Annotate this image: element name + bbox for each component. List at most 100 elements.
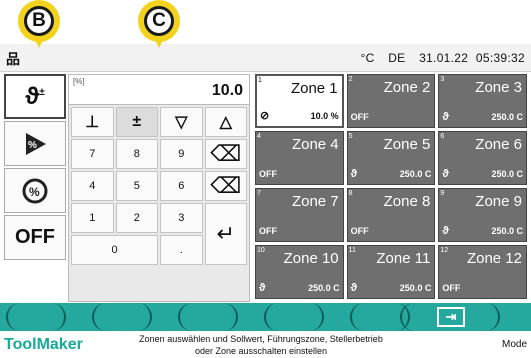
zone-number: 7 xyxy=(257,190,261,197)
zone-number: 10 xyxy=(257,247,265,254)
marker-c-letter: C xyxy=(144,6,174,36)
zone-value: 250.0 C xyxy=(399,169,432,179)
zone-value: 250.0 C xyxy=(491,226,523,236)
setpoint-icon: ϑ xyxy=(442,225,449,237)
percent-play-icon: % xyxy=(26,132,46,155)
zone-title: Zone 1 xyxy=(290,80,338,97)
zone-tile-8[interactable]: 8 Zone 8 OFF xyxy=(346,188,436,242)
zone-number: 9 xyxy=(440,190,445,197)
zone-value: 250.0 C xyxy=(491,169,523,179)
lead-zone-key[interactable]: ⊥ xyxy=(71,107,114,137)
function-bar: ⇥ xyxy=(0,303,531,331)
function-key-4[interactable] xyxy=(264,303,324,331)
zone-number: 6 xyxy=(440,133,445,140)
zone-title: Zone 5 xyxy=(383,136,431,153)
zone-title: Zone 6 xyxy=(475,136,522,153)
zone-off-status: OFF xyxy=(350,226,369,236)
zone-title: Zone 4 xyxy=(291,136,339,153)
zone-tile-9[interactable]: 9 Zone 9 ϑ 250.0 C xyxy=(438,188,527,242)
backspace-key[interactable]: ⌫ xyxy=(204,139,247,169)
zone-number: 3 xyxy=(440,76,445,83)
setpoint-icon: ϑ xyxy=(442,111,449,123)
zone-title: Zone 8 xyxy=(383,193,431,210)
manual-mode-icon: ⊘ xyxy=(260,110,270,122)
value-unit: [%] xyxy=(73,77,85,86)
function-key-2[interactable] xyxy=(92,303,152,331)
setpoint-icon: ϑ± xyxy=(25,82,45,110)
zone-number: 1 xyxy=(258,77,262,84)
zone-value: 10.0 % xyxy=(310,111,339,121)
zone-number: 5 xyxy=(348,133,353,140)
marker-c: C xyxy=(138,0,180,50)
key-6[interactable]: 6 xyxy=(160,171,203,201)
setpoint-mode-button[interactable]: ϑ± xyxy=(4,74,66,119)
key-4[interactable]: 4 xyxy=(71,171,114,201)
zone-value: 250.0 C xyxy=(308,283,340,293)
zone-tile-10[interactable]: 10 Zone 10 ϑ 250.0 C xyxy=(255,245,344,299)
zone-tile-6[interactable]: 6 Zone 6 ϑ 250.0 C xyxy=(438,131,527,185)
manual-mode-button[interactable]: % xyxy=(4,168,66,213)
decrement-key[interactable]: ▽ xyxy=(160,107,203,137)
lead-zone-mode-button[interactable]: % xyxy=(4,121,66,166)
status-info: °C DE 31.01.22 05:39:32 xyxy=(350,51,525,65)
footer: ToolMaker Zonen auswählen und Sollwert, … xyxy=(0,331,531,358)
increment-key[interactable]: △ xyxy=(204,107,247,137)
zone-title: Zone 11 xyxy=(376,250,431,267)
marker-b: B xyxy=(18,0,60,50)
exit-icon[interactable]: ⇥ xyxy=(437,307,465,327)
zone-tile-11[interactable]: 11 Zone 11 ϑ 250.0 C xyxy=(346,245,436,299)
language-indicator[interactable]: DE xyxy=(388,51,405,65)
zone-tile-4[interactable]: 4 Zone 4 OFF xyxy=(255,131,344,185)
marker-b-letter: B xyxy=(24,6,54,36)
svg-text:%: % xyxy=(28,140,37,151)
function-key-1[interactable] xyxy=(6,303,66,331)
off-label: OFF xyxy=(15,226,55,248)
zone-title: Zone 12 xyxy=(466,250,522,267)
decimal-key[interactable]: . xyxy=(160,235,203,265)
plus-minus-key[interactable]: ± xyxy=(115,107,158,137)
zone-off-button[interactable]: OFF xyxy=(4,215,66,260)
keypad: ⊥ ± ▽ △ 7 8 9 ⌫ 4 5 6 ⌫ 1 2 3 ↵ 0 . xyxy=(69,105,249,267)
zone-value: 250.0 C xyxy=(399,283,432,293)
key-0[interactable]: 0 xyxy=(71,235,158,265)
enter-key[interactable]: ↵ xyxy=(204,203,247,265)
time-display: 05:39:32 xyxy=(475,51,525,65)
help-text-line-2: oder Zone ausschalten einstellen xyxy=(194,346,328,356)
unit-indicator[interactable]: °C xyxy=(360,51,374,65)
zone-number: 2 xyxy=(348,76,353,83)
value-editor: [%] 10.0 ⊥ ± ▽ △ 7 8 9 ⌫ 4 5 6 ⌫ 1 2 3 ↵… xyxy=(68,74,250,302)
network-icon[interactable]: 品 xyxy=(6,49,20,69)
function-key-3[interactable] xyxy=(178,303,238,331)
zone-number: 8 xyxy=(348,190,353,197)
key-5[interactable]: 5 xyxy=(115,171,158,201)
key-9[interactable]: 9 xyxy=(160,139,203,169)
zone-tile-5[interactable]: 5 Zone 5 ϑ 250.0 C xyxy=(346,131,436,185)
key-3[interactable]: 3 xyxy=(160,203,203,233)
setpoint-icon: ϑ xyxy=(350,168,358,180)
svg-text:%: % xyxy=(29,185,40,199)
help-text: Zonen auswählen und Sollwert, Führungszo… xyxy=(96,333,426,357)
zone-title: Zone 9 xyxy=(475,193,522,210)
key-7[interactable]: 7 xyxy=(71,139,114,169)
key-2[interactable]: 2 xyxy=(115,203,158,233)
zone-off-status: OFF xyxy=(259,169,277,179)
status-bar: 品 °C DE 31.01.22 05:39:32 xyxy=(0,44,531,72)
zone-tile-3[interactable]: 3 Zone 3 ϑ 250.0 C xyxy=(438,74,527,128)
gauge-percent-icon: % xyxy=(22,178,48,203)
clear-all-key[interactable]: ⌫ xyxy=(204,171,247,201)
date-display: 31.01.22 xyxy=(419,51,469,65)
zone-tile-1[interactable]: 1 Zone 1 ⊘ 10.0 % xyxy=(255,74,344,128)
key-8[interactable]: 8 xyxy=(115,139,158,169)
value-display[interactable]: [%] 10.0 xyxy=(69,75,249,105)
zone-number: 11 xyxy=(348,247,356,254)
zone-number: 4 xyxy=(257,133,261,140)
setpoint-icon: ϑ xyxy=(442,168,449,180)
mode-label[interactable]: Mode xyxy=(502,339,527,350)
setpoint-icon: ϑ xyxy=(259,282,266,294)
zone-tile-2[interactable]: 2 Zone 2 OFF xyxy=(346,74,436,128)
zone-tile-12[interactable]: 12 Zone 12 OFF xyxy=(438,245,527,299)
key-1[interactable]: 1 xyxy=(71,203,114,233)
zone-number: 12 xyxy=(440,247,449,254)
zone-off-status: OFF xyxy=(442,283,461,293)
zone-tile-7[interactable]: 7 Zone 7 OFF xyxy=(255,188,344,242)
